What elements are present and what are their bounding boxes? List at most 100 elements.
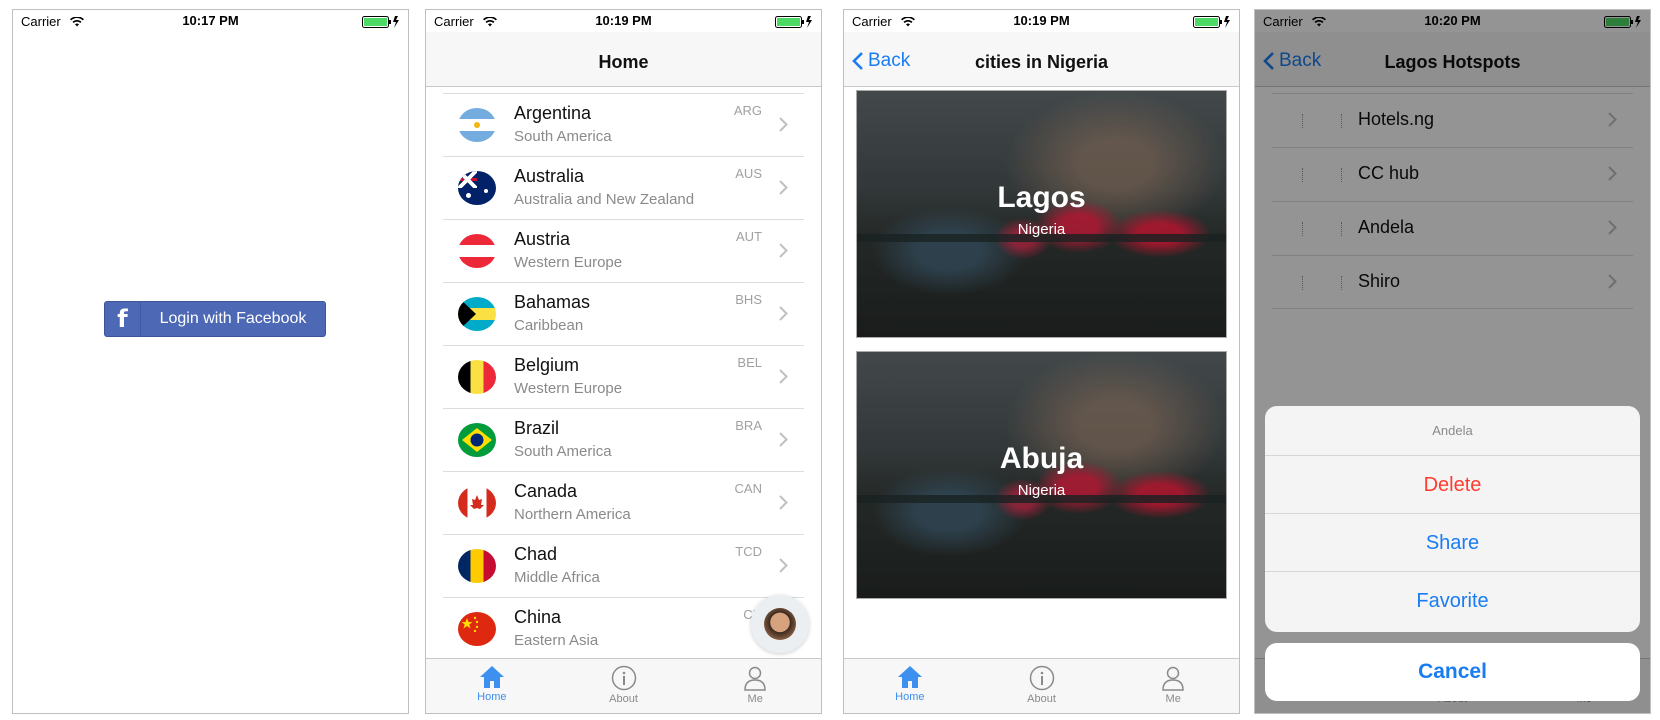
status-time: 10:19 PM xyxy=(595,13,652,28)
avatar xyxy=(764,608,796,640)
country-code: BHS xyxy=(735,292,762,307)
status-time: 10:19 PM xyxy=(1013,13,1070,28)
info-icon xyxy=(1029,665,1054,691)
country-row-belgium[interactable]: Belgium Western Europe BEL xyxy=(443,345,804,408)
navigation-bar: Back cities in Nigeria xyxy=(844,32,1239,87)
country-code: ARG xyxy=(733,103,762,118)
country-row-bahamas[interactable]: Bahamas Caribbean BHS xyxy=(443,282,804,345)
chevron-right-icon xyxy=(779,243,788,258)
status-time: 10:17 PM xyxy=(182,13,239,28)
tab-about[interactable]: About xyxy=(976,659,1108,713)
austria-flag-icon xyxy=(458,234,496,268)
status-bar: Carrier 10:19 PM xyxy=(426,10,821,32)
argentina-flag-icon xyxy=(458,108,496,142)
country-code: AUT xyxy=(736,229,762,244)
cancel-button[interactable]: Cancel xyxy=(1265,643,1640,701)
person-icon xyxy=(744,666,766,691)
chevron-right-icon xyxy=(779,495,788,510)
country-row-australia[interactable]: Australia Australia and New Zealand AUS xyxy=(443,156,804,219)
chevron-right-icon xyxy=(779,432,788,447)
country-name: Belgium xyxy=(514,355,580,375)
city-name: Lagos xyxy=(997,181,1086,214)
tab-label: Me xyxy=(747,693,763,705)
login-with-facebook-button[interactable]: f Login with Facebook xyxy=(104,301,326,337)
tab-me[interactable]: Me xyxy=(689,659,821,713)
city-name: Abuja xyxy=(999,442,1084,475)
tab-label: Home xyxy=(895,691,925,703)
country-code: BEL xyxy=(737,355,762,370)
belgium-flag-icon xyxy=(458,360,496,394)
house-icon xyxy=(897,666,922,688)
home-screen: Carrier 10:19 PM Home Argentina South Am… xyxy=(425,9,822,714)
country-row-austria[interactable]: Austria Western Europe AUT xyxy=(443,219,804,282)
australia-flag-icon xyxy=(458,171,496,205)
status-bar: Carrier 10:19 PM xyxy=(844,10,1239,32)
country-row-china[interactable]: China Eastern Asia CH xyxy=(443,597,804,660)
action-sheet: Andela Delete Share Favorite xyxy=(1265,406,1640,632)
share-button[interactable]: Share xyxy=(1265,514,1640,572)
tab-home[interactable]: Home xyxy=(426,659,558,713)
facebook-button-label: Login with Facebook xyxy=(159,310,307,327)
status-bar: Carrier 10:17 PM xyxy=(13,10,408,32)
chevron-right-icon xyxy=(779,180,788,195)
country-code: CAN xyxy=(734,481,762,496)
chevron-right-icon xyxy=(779,306,788,321)
country-name: Brazil xyxy=(514,418,560,438)
tab-home[interactable]: Home xyxy=(844,659,976,713)
battery-icon xyxy=(362,16,399,28)
login-screen: Carrier 10:17 PM f Login with Facebook xyxy=(12,9,409,714)
chad-flag-icon xyxy=(458,549,496,583)
country-row-brazil[interactable]: Brazil South America BRA xyxy=(443,408,804,471)
country-region: South America xyxy=(514,443,612,460)
tab-label: Me xyxy=(1165,693,1181,705)
action-sheet-title: Andela xyxy=(1265,406,1640,456)
country-name: Chad xyxy=(514,544,558,564)
country-name: Argentina xyxy=(514,103,592,123)
country-list[interactable]: Argentina South America ARG Australia Au… xyxy=(443,93,804,660)
city-country: Nigeria xyxy=(1017,482,1066,499)
hotspots-screen: Carrier 10:20 PM Back Lagos Hotspots Hot… xyxy=(1254,9,1651,714)
country-region: Western Europe xyxy=(514,380,623,397)
tab-label: Home xyxy=(477,691,507,703)
country-region: Eastern Asia xyxy=(514,632,599,649)
tab-label: About xyxy=(1027,693,1056,705)
page-title: Home xyxy=(598,52,649,72)
canada-flag-icon xyxy=(458,486,496,520)
page-title: cities in Nigeria xyxy=(974,52,1109,72)
country-row-chad[interactable]: Chad Middle Africa TCD xyxy=(443,534,804,597)
country-region: Caribbean xyxy=(514,317,584,334)
profile-avatar-button[interactable] xyxy=(751,595,809,653)
cities-screen: Carrier 10:19 PM Back cities in Nigeria … xyxy=(843,9,1240,714)
china-flag-icon xyxy=(458,612,496,646)
navigation-bar: Home xyxy=(426,32,821,87)
chevron-right-icon xyxy=(779,117,788,132)
country-code: TCD xyxy=(735,544,762,559)
country-name: Australia xyxy=(514,166,585,186)
country-region: Australia and New Zealand xyxy=(514,191,695,208)
delete-button[interactable]: Delete xyxy=(1265,456,1640,514)
country-name: Austria xyxy=(514,229,571,249)
tab-label: About xyxy=(609,693,638,705)
city-card-abuja[interactable]: Abuja Nigeria xyxy=(856,351,1227,599)
info-icon xyxy=(611,665,636,691)
tab-about[interactable]: About xyxy=(558,659,690,713)
bahamas-flag-icon xyxy=(458,297,496,331)
chevron-right-icon xyxy=(779,369,788,384)
favorite-button[interactable]: Favorite xyxy=(1265,572,1640,630)
tab-bar: Home About Me xyxy=(426,658,821,713)
country-row-canada[interactable]: Canada Northern America CAN xyxy=(443,471,804,534)
country-row-argentina[interactable]: Argentina South America ARG xyxy=(443,93,804,156)
city-card-lagos[interactable]: Lagos Nigeria xyxy=(856,90,1227,338)
tab-me[interactable]: Me xyxy=(1107,659,1239,713)
country-region: South America xyxy=(514,128,612,145)
brazil-flag-icon xyxy=(458,423,496,457)
house-icon xyxy=(479,666,504,688)
tab-bar: Home About Me xyxy=(844,658,1239,713)
country-region: Western Europe xyxy=(514,254,623,271)
country-name: Canada xyxy=(514,481,578,501)
battery-icon xyxy=(1193,16,1230,28)
country-region: Middle Africa xyxy=(514,569,600,586)
person-icon xyxy=(1162,666,1184,691)
battery-icon xyxy=(775,16,812,28)
city-country: Nigeria xyxy=(1017,221,1066,238)
